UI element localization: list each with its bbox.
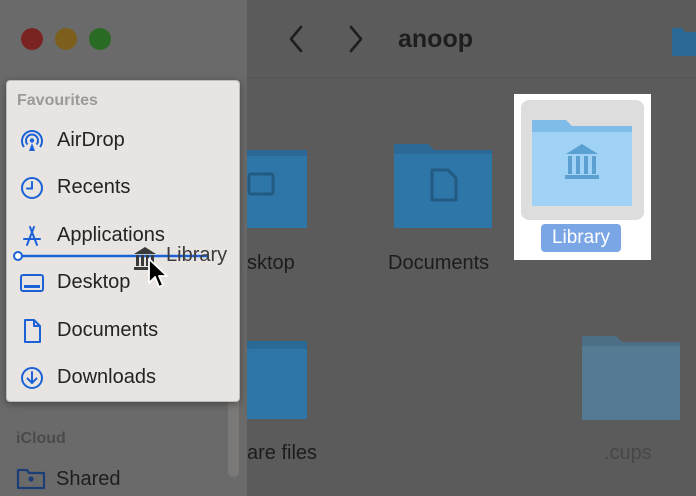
folder-desktop[interactable] <box>247 142 307 235</box>
sidebar-item-airdrop[interactable]: AirDrop <box>7 120 229 160</box>
folder-cups[interactable] <box>580 332 682 427</box>
document-icon <box>19 318 45 344</box>
sidebar-item-recents[interactable]: Recents <box>7 167 229 207</box>
minimize-button[interactable] <box>55 28 77 50</box>
chevron-right-icon <box>349 25 363 53</box>
sidebar-item-label: Downloads <box>57 366 156 388</box>
folder-documents[interactable] <box>392 140 494 235</box>
desktop-icon <box>19 270 45 296</box>
folder-icon <box>394 144 492 228</box>
downloads-icon <box>19 365 45 391</box>
folder-label: sktop <box>247 252 295 274</box>
sidebar-item-label: Shared <box>56 468 121 490</box>
back-button[interactable] <box>281 22 311 56</box>
folder-icon <box>247 341 307 419</box>
close-button[interactable] <box>21 28 43 50</box>
folder-icon <box>670 22 696 58</box>
sidebar-item-label: Recents <box>57 176 131 198</box>
airdrop-icon <box>19 128 45 154</box>
mouse-pointer-icon <box>148 258 168 288</box>
sidebar-item-label: AirDrop <box>57 129 125 151</box>
sidebar-item-label: Desktop <box>57 271 131 293</box>
toolbar-divider <box>247 77 696 78</box>
folder-label-selected: Library <box>541 224 621 252</box>
sidebar-item-downloads[interactable]: Downloads <box>7 357 229 397</box>
folder-label: .cups <box>604 442 652 464</box>
sidebar-item-label: Documents <box>57 319 159 341</box>
shared-folder-icon <box>16 466 46 495</box>
favourites-section-header: Favourites <box>17 92 98 109</box>
forward-button[interactable] <box>341 22 371 56</box>
folder-shared-files[interactable] <box>247 335 307 426</box>
chevron-left-icon <box>289 25 303 53</box>
icloud-section-header: iCloud <box>16 430 66 447</box>
dragged-item-label: Library <box>166 244 228 266</box>
window-title: anoop <box>398 25 473 53</box>
favourites-sidebar: Favourites AirDrop Recents Applications … <box>6 80 240 402</box>
folder-icon <box>582 336 680 420</box>
folder-library-selected[interactable]: Library <box>514 94 651 260</box>
zoom-button[interactable] <box>89 28 111 50</box>
folder-icon <box>247 150 307 228</box>
sidebar-item-documents[interactable]: Documents <box>7 310 229 350</box>
clock-icon <box>19 175 45 201</box>
applications-icon <box>19 223 45 249</box>
folder-label: Documents <box>388 252 490 274</box>
folder-label: are files <box>247 442 318 464</box>
sidebar-item-shared[interactable]: Shared <box>16 462 216 496</box>
library-folder-icon <box>532 120 632 206</box>
